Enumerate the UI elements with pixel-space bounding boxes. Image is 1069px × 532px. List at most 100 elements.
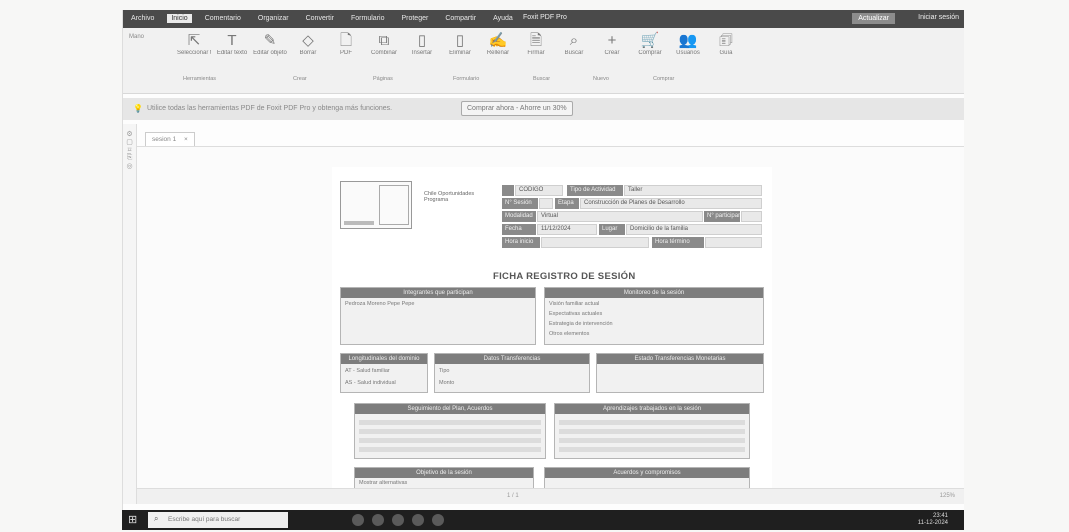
monitoreo-item: Expectativas actuales — [549, 311, 603, 317]
table-row[interactable] — [559, 438, 745, 443]
ribbon-button[interactable]: ◇ Borrar — [291, 32, 325, 56]
ribbon-button-label: Editar texto — [216, 50, 248, 56]
ribbon-button[interactable]: ▯ Insertar — [405, 32, 439, 56]
ribbon-button[interactable]: 🛒 Comprar — [633, 32, 667, 56]
objetivo-value[interactable]: Mostrar alternativas — [359, 480, 407, 486]
app-icon[interactable] — [352, 514, 364, 526]
form-title: FICHA REGISTRO DE SESIÓN — [493, 271, 636, 282]
tipo-field[interactable]: Taller — [624, 185, 762, 196]
hora-inicio-field[interactable] — [541, 237, 649, 248]
tab-home[interactable]: Inicio — [167, 14, 192, 23]
layers-icon[interactable]: ◎ — [123, 162, 136, 170]
participantes-field[interactable] — [741, 211, 762, 222]
ribbon-button[interactable]: ▯ Eliminar — [443, 32, 477, 56]
ribbon-button[interactable]: 🗊 Guía — [709, 32, 743, 56]
table-row[interactable] — [359, 438, 541, 443]
tab-share[interactable]: Compartir — [441, 14, 480, 23]
aprendizajes-table: Aprendizajes trabajados en la sesión — [554, 403, 750, 459]
bulb-icon: 💡 — [133, 104, 143, 113]
hora-termino-label: Hora término — [652, 237, 704, 248]
app-icon[interactable] — [372, 514, 384, 526]
ribbon-button-label: Comprar — [638, 50, 662, 56]
ribbon-button[interactable]: 🗋 PDF — [329, 32, 363, 56]
table-row[interactable] — [559, 447, 745, 452]
datos-tipo-label: Tipo — [439, 368, 450, 374]
logo-bar — [344, 221, 374, 225]
tab-file[interactable]: Archivo — [127, 14, 158, 23]
status-bar: 1 / 1 125% — [137, 488, 964, 504]
modalidad-field[interactable]: Virtual — [537, 211, 703, 222]
table-row[interactable] — [359, 420, 541, 425]
page-indicator[interactable]: 1 / 1 — [507, 493, 519, 499]
etapa-select[interactable]: Construcción de Planes de Desarrollo — [580, 198, 762, 209]
tab-help[interactable]: Ayuda — [489, 14, 517, 23]
ribbon-button[interactable]: ⇱Seleccionar texto — [177, 32, 211, 56]
table-row[interactable] — [359, 447, 541, 452]
ribbon-button[interactable]: ✎ Editar objeto — [253, 32, 287, 56]
zoom-level[interactable]: 125% — [940, 493, 955, 499]
ribbon-button-label: Combinar — [370, 50, 397, 56]
upgrade-button[interactable]: Actualizar — [852, 13, 895, 24]
app-icon[interactable] — [392, 514, 404, 526]
pages-icon: ▯ — [455, 32, 465, 49]
table-row[interactable] — [559, 420, 745, 425]
ribbon-button[interactable]: + Crear — [595, 32, 629, 56]
system-clock[interactable]: 23:41 11-12-2024 — [918, 513, 948, 527]
estado-title: Estado Transferencias Monetarias — [597, 354, 763, 364]
close-icon[interactable]: × — [184, 136, 188, 143]
tab-form[interactable]: Formulario — [347, 14, 388, 23]
taskbar-search-input[interactable]: Escribe aquí para buscar — [148, 512, 288, 528]
tab-organize[interactable]: Organizar — [254, 14, 293, 23]
ribbon-button[interactable]: ⧉ Combinar — [367, 32, 401, 56]
ribbon-button[interactable]: 🗎 Firmar — [519, 32, 553, 56]
fecha-field[interactable]: 11/12/2024 — [537, 224, 597, 235]
monitoreo-item: Visión familiar actual — [549, 301, 600, 307]
attachment-icon[interactable]: ⎘ — [123, 154, 136, 162]
eraser-icon: ◇ — [302, 32, 314, 49]
integrantes-value[interactable]: Pedroza Moreno Pepe Pepe — [345, 301, 414, 307]
people-icon: 👥 — [678, 32, 698, 49]
pencil-icon: ✎ — [263, 32, 277, 49]
document-tab[interactable]: sesion 1 × — [145, 132, 195, 146]
monitoreo-item: Otros elementos — [549, 331, 590, 337]
windows-start-icon[interactable]: ⊞ — [128, 514, 140, 526]
monitoreo-title: Monitoreo de la sesión — [545, 288, 763, 298]
codigo-field[interactable]: CÓDIGO — [515, 185, 563, 196]
page-thumbnail-icon[interactable]: ▢ — [123, 138, 136, 146]
datos-title: Datos Transferencias — [435, 354, 589, 364]
ribbon-button[interactable]: 👥 Usuarios — [671, 32, 705, 56]
monitor-screen: Archivo Inicio Comentario Organizar Conv… — [122, 10, 964, 510]
tab-protect[interactable]: Proteger — [397, 14, 432, 23]
ribbon-button[interactable]: ✍ Rellenar — [481, 32, 515, 56]
group-label-pages: Páginas — [373, 76, 393, 82]
tab-convert[interactable]: Convertir — [302, 14, 338, 23]
table-row[interactable] — [559, 429, 745, 434]
app-icon[interactable] — [432, 514, 444, 526]
left-panel: ⚙ ▢ ⌑ ⎘ ◎ — [123, 124, 137, 504]
search-icon: ⌕ — [569, 32, 579, 49]
etapa-label: Etapa — [555, 198, 579, 209]
menu-tabs: Archivo Inicio Comentario Organizar Conv… — [127, 14, 517, 23]
ribbon-button[interactable]: T Editar texto — [215, 32, 249, 56]
info-icon: 🗊 — [719, 32, 733, 49]
doc-icon: 🗎 — [529, 32, 543, 49]
tab-comment[interactable]: Comentario — [201, 14, 245, 23]
table-row[interactable] — [359, 429, 541, 434]
lugar-field[interactable]: Domicilio de la familia — [626, 224, 762, 235]
gear-icon[interactable]: ⚙ — [123, 130, 136, 138]
pdf-page: Chile Oportunidades Programa CÓDIGO Tipo… — [332, 167, 772, 497]
ribbon-button[interactable]: ⌕ Buscar — [557, 32, 591, 56]
group-label-buy: Comprar — [653, 76, 675, 82]
app-icon[interactable] — [412, 514, 424, 526]
search-icon: ⌕ — [154, 514, 159, 523]
ribbon-button-label: Editar objeto — [253, 50, 287, 56]
tipo-label: Tipo de Actividad — [567, 185, 623, 196]
sesion-field[interactable] — [539, 198, 553, 209]
hand-tool[interactable]: Mano — [129, 34, 144, 40]
login-link[interactable]: Iniciar sesión — [918, 14, 959, 21]
bookmark-icon[interactable]: ⌑ — [123, 146, 136, 154]
acuerdos-title: Acuerdos y compromisos — [545, 468, 749, 478]
hora-termino-field[interactable] — [705, 237, 762, 248]
buy-now-button[interactable]: Comprar ahora - Ahorre un 30% — [461, 101, 573, 116]
clock-date: 11-12-2024 — [917, 520, 948, 526]
